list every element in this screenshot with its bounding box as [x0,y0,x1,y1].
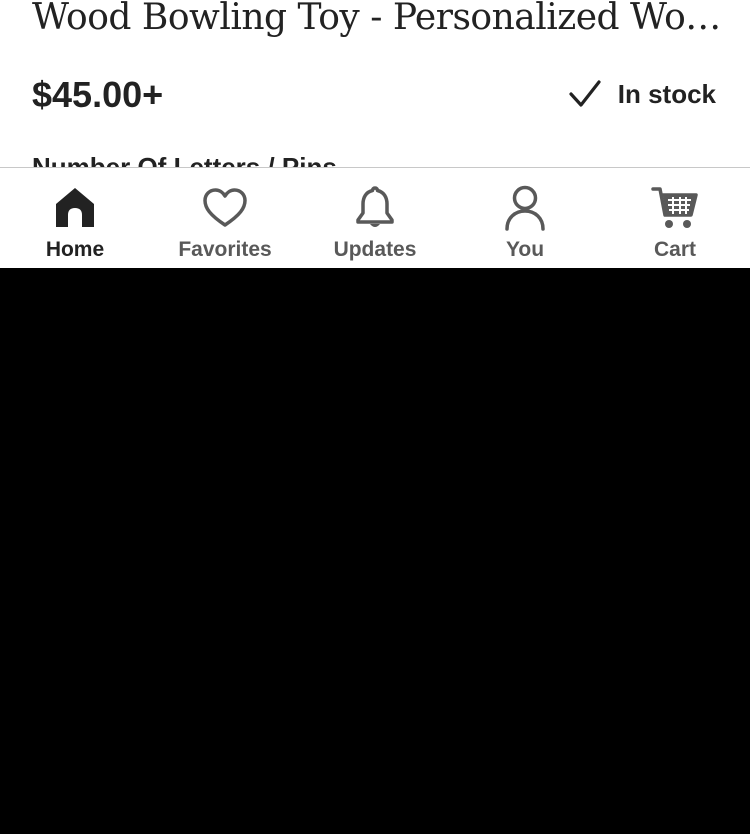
app-screen: Wood Bowling Toy - Personalized Wooden B… [0,0,750,268]
cart-icon [651,187,698,228]
bell-icon [356,186,394,227]
bottom-tab-bar: Home Favorites Updates You Cart [0,167,750,268]
tab-home[interactable]: Home [0,168,150,268]
person-icon [505,185,545,231]
product-title: Wood Bowling Toy - Personalized Wooden B… [32,0,722,38]
tab-favorites-label: Favorites [178,238,272,261]
tab-favorites[interactable]: Favorites [150,168,300,268]
stock-status: In stock [568,74,716,114]
product-price: $45.00+ [32,74,164,115]
tab-you-label: You [505,238,545,261]
tab-home-label: Home [45,238,105,261]
heart-icon [203,188,247,227]
tab-updates[interactable]: Updates [300,168,450,268]
tab-updates-label: Updates [333,238,417,261]
variation-label: Number Of Letters / Pins [32,152,337,168]
tab-cart-label: Cart [653,238,696,261]
tab-cart[interactable]: Cart [600,168,750,268]
home-icon [56,188,94,227]
stock-status-label: In stock [617,78,716,109]
product-summary: Wood Bowling Toy - Personalized Wooden B… [0,0,750,168]
check-icon [569,80,601,107]
blank-area [0,268,750,834]
tab-you[interactable]: You [450,168,600,268]
